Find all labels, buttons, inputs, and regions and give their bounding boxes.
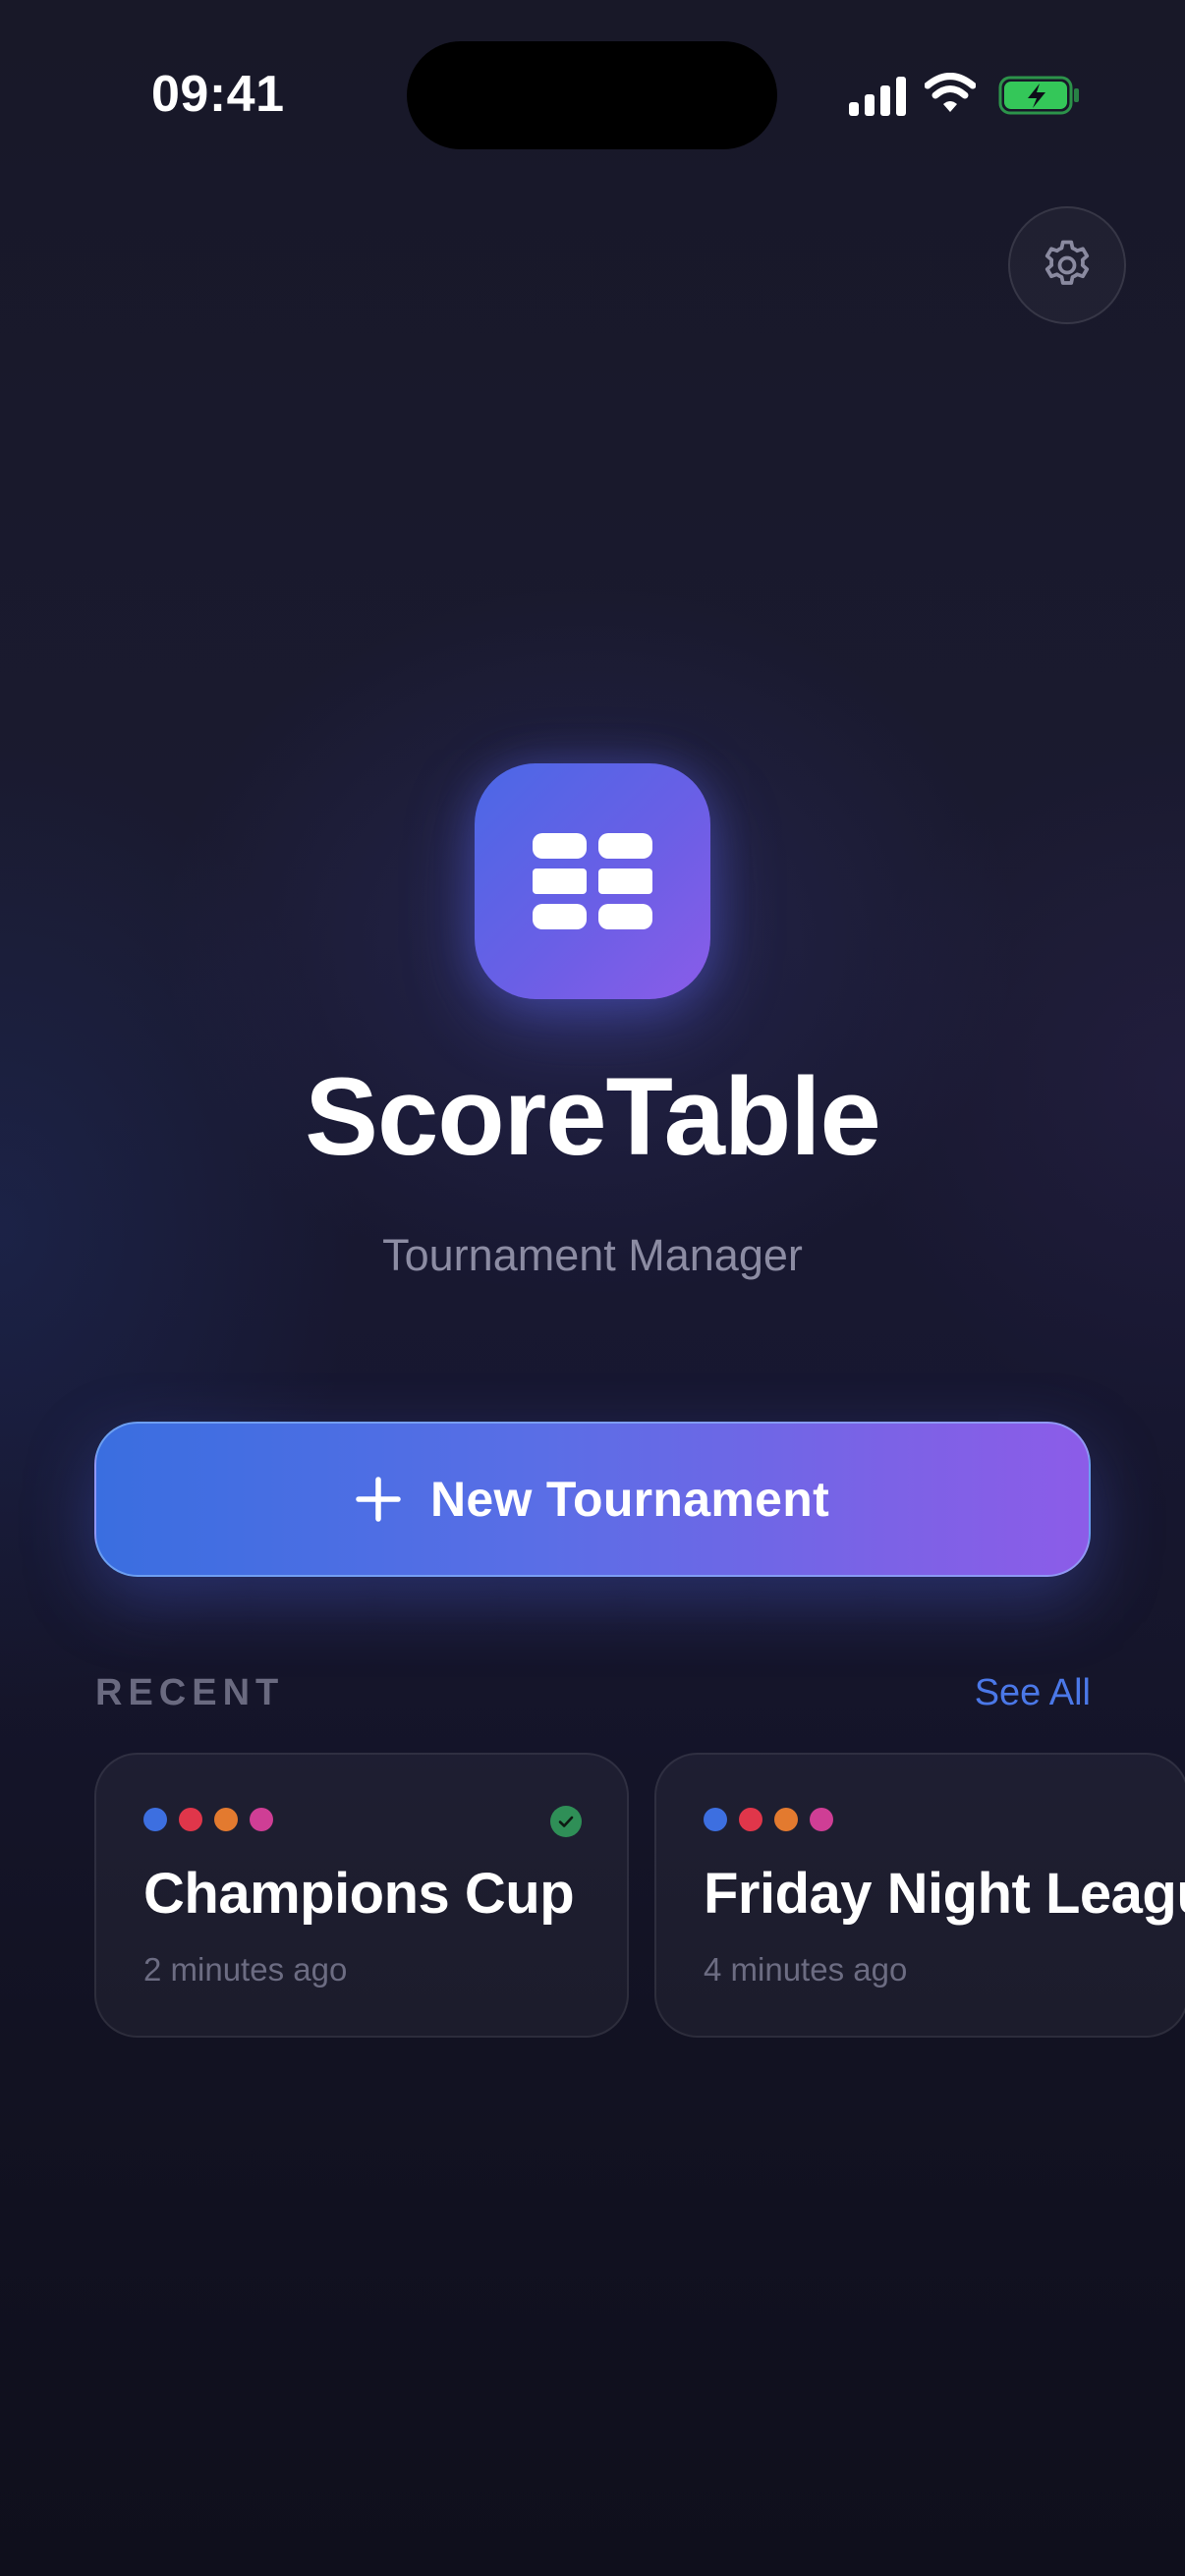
app-title: ScoreTable — [305, 1055, 881, 1178]
team-color-dots — [143, 1808, 273, 1831]
plus-icon — [356, 1477, 401, 1522]
recent-card[interactable]: Champions Cup 2 minutes ago — [94, 1753, 629, 2038]
app-subtitle: Tournament Manager — [382, 1230, 803, 1280]
gear-icon — [1044, 240, 1090, 285]
home-screen: 09:41 ScoreTable Tournament Manager New … — [0, 0, 1185, 2576]
dynamic-island — [407, 41, 777, 149]
team-dot — [739, 1808, 762, 1831]
card-title: Friday Night League — [704, 1862, 1185, 1926]
recent-section-label: RECENT — [95, 1672, 285, 1713]
wifi-icon — [925, 73, 976, 112]
recent-card[interactable]: Friday Night League 4 minutes ago — [654, 1753, 1185, 2038]
team-dot — [143, 1808, 167, 1831]
team-dot — [250, 1808, 273, 1831]
see-all-link[interactable]: See All — [975, 1672, 1091, 1714]
team-dot — [214, 1808, 238, 1831]
team-dot — [810, 1808, 833, 1831]
status-time: 09:41 — [151, 66, 285, 123]
team-dot — [704, 1808, 727, 1831]
new-tournament-button[interactable]: New Tournament — [94, 1422, 1091, 1577]
team-dot — [774, 1808, 798, 1831]
status-bar: 09:41 — [0, 0, 1185, 157]
card-timestamp: 4 minutes ago — [704, 1951, 908, 1988]
team-dot — [179, 1808, 202, 1831]
card-timestamp: 2 minutes ago — [143, 1951, 348, 1988]
signal-icon — [849, 77, 906, 116]
battery-charging-icon — [998, 76, 1079, 115]
recent-cards-carousel[interactable]: Champions Cup 2 minutes ago Friday Night… — [94, 1753, 1185, 2038]
table-grid-icon — [533, 833, 652, 929]
card-title: Champions Cup — [143, 1862, 575, 1926]
team-color-dots — [704, 1808, 833, 1831]
check-circle-icon — [550, 1806, 582, 1837]
settings-button[interactable] — [1008, 206, 1126, 324]
app-logo — [475, 763, 710, 999]
new-tournament-label: New Tournament — [429, 1472, 830, 1527]
